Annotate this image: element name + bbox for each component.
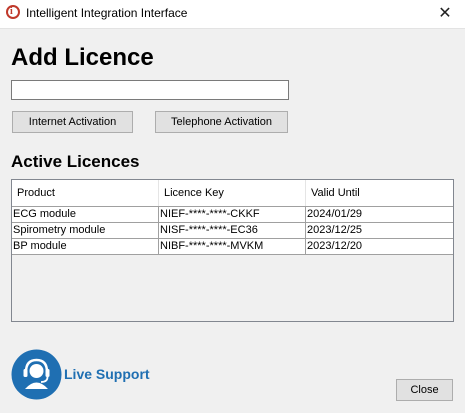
- cell-licence-key: NIBF-****-****-MVKM: [159, 239, 306, 254]
- title-bar: i Intelligent Integration Interface ✕: [0, 0, 465, 29]
- cell-licence-key: NIEF-****-****-CKKF: [159, 207, 306, 222]
- cell-product: Spirometry module: [12, 223, 159, 238]
- table-header: Product Licence Key Valid Until: [12, 180, 453, 206]
- column-header-licence-key[interactable]: Licence Key: [159, 180, 306, 206]
- table-row[interactable]: Spirometry module NISF-****-****-EC36 20…: [12, 222, 453, 238]
- close-button[interactable]: Close: [396, 379, 453, 401]
- window-title: Intelligent Integration Interface: [26, 6, 188, 20]
- licence-input[interactable]: [11, 80, 289, 100]
- table-row[interactable]: ECG module NIEF-****-****-CKKF 2024/01/2…: [12, 206, 453, 222]
- cell-product: ECG module: [12, 207, 159, 222]
- column-header-product[interactable]: Product: [12, 180, 159, 206]
- telephone-activation-button[interactable]: Telephone Activation: [155, 111, 288, 133]
- cell-licence-key: NISF-****-****-EC36: [159, 223, 306, 238]
- cell-valid-until: 2023/12/25: [307, 224, 363, 236]
- live-support-label[interactable]: Live Support: [64, 366, 150, 382]
- cell-product: BP module: [12, 239, 159, 254]
- table-rows-divider: [12, 254, 453, 255]
- window-close-icon[interactable]: ✕: [425, 0, 465, 28]
- cell-valid-until: 2023/12/20: [307, 240, 363, 252]
- app-logo-icon: i: [6, 5, 20, 19]
- table-row[interactable]: BP module NIBF-****-****-MVKM 2023/12/20: [12, 238, 453, 254]
- add-licence-heading: Add Licence: [11, 44, 154, 71]
- column-header-valid-until[interactable]: Valid Until: [306, 180, 453, 206]
- headset-support-icon[interactable]: [11, 349, 62, 400]
- cell-valid-until: 2024/01/29: [307, 208, 363, 220]
- active-licences-heading: Active Licences: [11, 152, 140, 171]
- licence-table: Product Licence Key Valid Until ECG modu…: [11, 179, 454, 322]
- internet-activation-button[interactable]: Internet Activation: [12, 111, 133, 133]
